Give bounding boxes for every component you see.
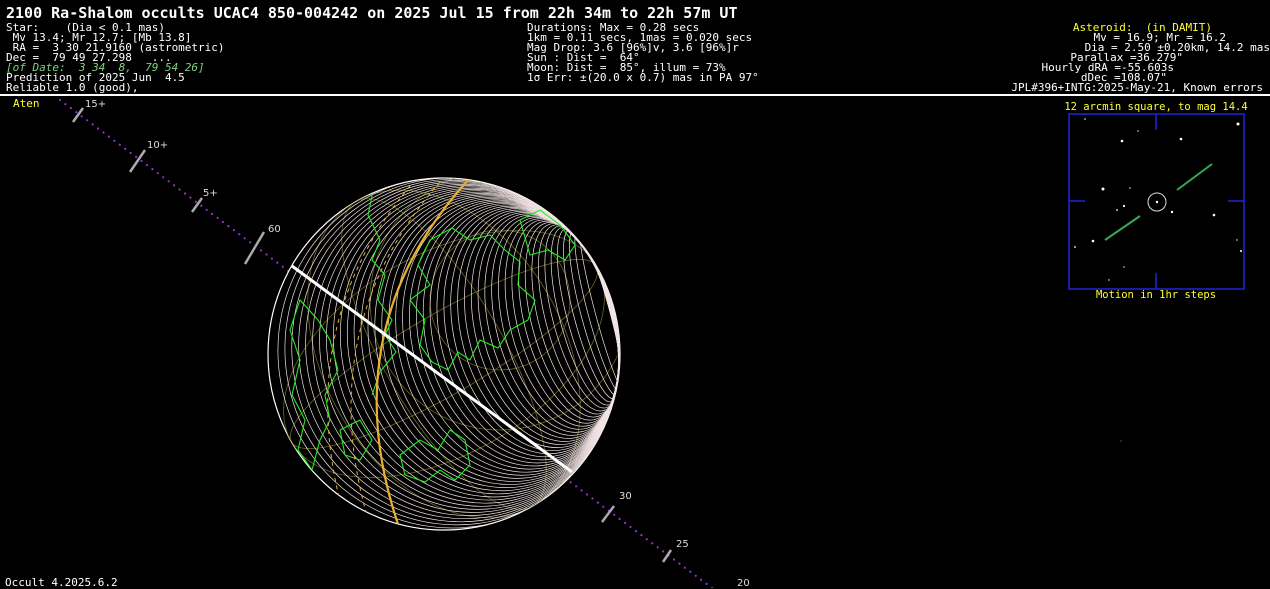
track-dot <box>683 566 686 569</box>
track-dot <box>162 176 165 179</box>
track-label: 30 <box>619 491 632 502</box>
track-dot <box>238 233 241 236</box>
track-dot <box>259 249 263 252</box>
track-label: 5+ <box>203 188 218 199</box>
track-dot <box>189 196 192 199</box>
track-dot <box>135 155 138 158</box>
track-dot <box>629 525 632 529</box>
track-dot <box>270 257 273 260</box>
track-dot <box>613 513 616 516</box>
track-dot <box>640 534 643 537</box>
motion-segment <box>1176 163 1213 191</box>
track-dot <box>75 111 78 114</box>
track-dot <box>102 131 105 134</box>
track-dot <box>124 147 127 150</box>
track-label: 60 <box>268 224 281 235</box>
track-dot <box>96 127 100 130</box>
track-dot <box>651 542 654 545</box>
track-dot <box>178 188 181 191</box>
track-dot <box>113 139 116 142</box>
track-dot <box>569 481 572 484</box>
track-dot <box>705 582 708 586</box>
track-dot <box>129 151 132 154</box>
track-dot <box>173 184 176 187</box>
track-dot <box>662 550 665 553</box>
track-dot <box>645 538 648 541</box>
field-stars <box>1074 118 1242 281</box>
track-dot <box>64 103 67 106</box>
track-dot <box>678 562 681 565</box>
motion-segment <box>1104 215 1141 241</box>
track-dot <box>672 558 676 561</box>
track-dot <box>140 159 143 163</box>
track-dot <box>243 237 246 240</box>
track-dot <box>194 200 197 203</box>
track-dot <box>624 521 627 525</box>
track-dot <box>700 578 703 582</box>
track-dot <box>205 208 208 211</box>
track-dot <box>232 229 235 232</box>
finder-caption: Motion in 1hr steps <box>1096 289 1216 301</box>
track-dot <box>145 164 148 167</box>
track-dot <box>591 497 594 500</box>
track-dot <box>689 570 692 573</box>
track-dot <box>596 501 600 504</box>
track-dot <box>618 517 621 521</box>
track-dot <box>249 241 252 244</box>
track-dot <box>276 261 279 264</box>
track-dot <box>183 192 187 195</box>
track-dot <box>211 212 214 215</box>
globe-plot: 15+ 10+ 5+ 60 30 25 20 12 arcmin square,… <box>58 98 1248 588</box>
track-dot <box>656 546 659 549</box>
track-label: 10+ <box>147 140 168 151</box>
track-dot <box>107 135 110 138</box>
track-dot <box>580 489 583 492</box>
track-dot <box>585 493 589 496</box>
track-dot <box>694 574 697 577</box>
stray-dot <box>1120 440 1122 442</box>
track-dot <box>80 115 83 118</box>
track-dot <box>167 180 170 183</box>
track-label: 25 <box>676 539 689 550</box>
track-dot <box>151 168 154 171</box>
track-dot <box>575 485 578 488</box>
footer-version: Occult 4.2025.6.2 <box>5 576 118 589</box>
track-dot <box>281 265 284 268</box>
track-dot <box>265 253 268 256</box>
finder-chart <box>1068 113 1245 290</box>
finder-title: 12 arcmin square, to mag 14.4 <box>1064 101 1247 113</box>
track-dot <box>221 220 225 224</box>
track-label: 15+ <box>85 99 106 110</box>
track-dot <box>91 123 94 126</box>
track-dot <box>156 172 159 175</box>
track-dot <box>227 225 230 228</box>
track-dot <box>86 119 89 122</box>
track-dot <box>216 216 219 219</box>
track-label: 20 <box>737 578 750 588</box>
track-dot <box>58 98 62 102</box>
track-dot <box>118 143 121 146</box>
track-dot <box>634 530 638 533</box>
track-dot <box>602 505 605 508</box>
track-dot <box>69 107 72 110</box>
track-dot <box>200 204 203 207</box>
